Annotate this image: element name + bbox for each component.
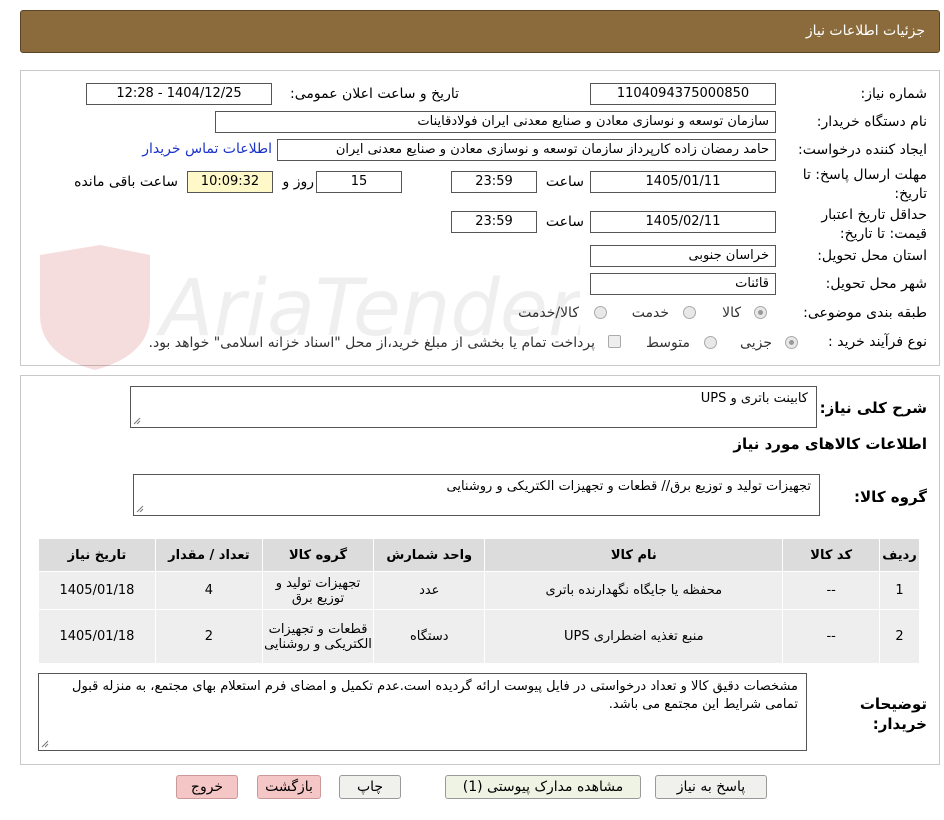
city-label: شهر محل تحویل: xyxy=(825,276,927,292)
table-row: 1 -- محفظه یا جایگاه نگهدارنده باتری عدد… xyxy=(38,571,920,610)
cell-item-group: قطعات و تجهیزات الکتریکی و روشنایی xyxy=(261,609,375,664)
treasury-payment-note: پرداخت تمام یا بخشی از مبلغ خرید،از محل … xyxy=(148,335,595,351)
requester-field: حامد رمضان زاده کارپرداز سازمان توسعه و … xyxy=(277,139,776,161)
cell-item-group: تجهیزات تولید و توزیع برق xyxy=(261,571,375,610)
announce-date-field: 1404/12/25 - 12:28 xyxy=(86,83,272,105)
exit-button[interactable]: خروج xyxy=(176,775,238,799)
days-label: روز و xyxy=(282,174,315,190)
category-goods-label: کالا xyxy=(722,305,741,321)
days-field: 15 xyxy=(316,171,402,193)
deadline-date-field: 1405/01/11 xyxy=(590,171,776,193)
col-row-number: ردیف xyxy=(879,538,920,572)
buyer-org-field: سازمان توسعه و نوسازی معادن و صنایع معدن… xyxy=(215,111,776,133)
validity-label: حداقل تاریخ اعتبار قیمت: تا تاریخ: xyxy=(821,207,927,242)
category-label: طبقه بندی موضوعی: xyxy=(803,305,927,321)
goods-group-label: گروه کالا: xyxy=(854,488,927,506)
process-label: نوع فرآیند خرید : xyxy=(828,334,927,350)
back-button[interactable]: بازگشت xyxy=(257,775,321,799)
table-header-row: ردیف کد کالا نام کالا واحد شمارش گروه کا… xyxy=(38,538,920,572)
requester-label: ایجاد کننده درخواست: xyxy=(798,142,927,158)
col-quantity: تعداد / مقدار xyxy=(154,538,263,572)
treasury-payment-checkbox[interactable] xyxy=(608,335,621,348)
category-goods-service-label: کالا/خدمت xyxy=(518,305,579,321)
buyer-notes-text: مشخصات دقیق کالا و تعداد درخواستی در فای… xyxy=(72,679,798,712)
cell-unit: عدد xyxy=(373,571,486,610)
print-button[interactable]: چاپ xyxy=(339,775,401,799)
col-need-date: تاریخ نیاز xyxy=(38,538,156,572)
goods-group-text: تجهیزات تولید و توزیع برق// قطعات و تجهی… xyxy=(446,479,812,494)
need-summary-field: کابینت باتری و UPS xyxy=(130,386,817,428)
page-header: جزئیات اطلاعات نیاز xyxy=(20,10,940,53)
validity-time-field: 23:59 xyxy=(451,211,537,233)
remaining-label: ساعت باقی مانده xyxy=(74,174,178,190)
resize-grip-icon[interactable] xyxy=(133,417,141,425)
city-field: قائنات xyxy=(590,273,776,295)
page-title: جزئیات اطلاعات نیاز xyxy=(805,23,925,39)
validity-date-field: 1405/02/11 xyxy=(590,211,776,233)
province-field: خراسان جنوبی xyxy=(590,245,776,267)
need-summary-text: کابینت باتری و UPS xyxy=(700,391,808,406)
category-goods-radio[interactable] xyxy=(754,306,767,319)
need-number-label: شماره نیاز: xyxy=(860,86,928,102)
buyer-notes-field: مشخصات دقیق کالا و تعداد درخواستی در فای… xyxy=(38,673,807,751)
items-table: ردیف کد کالا نام کالا واحد شمارش گروه کا… xyxy=(38,538,920,664)
need-number-field: 1104094375000850 xyxy=(590,83,776,105)
cell-quantity: 2 xyxy=(154,609,263,664)
resize-grip-icon[interactable] xyxy=(41,740,49,748)
cell-need-date: 1405/01/18 xyxy=(38,609,156,664)
goods-group-field: تجهیزات تولید و توزیع برق// قطعات و تجهی… xyxy=(133,474,820,516)
buyer-contact-link[interactable]: اطلاعات تماس خریدار xyxy=(142,141,272,157)
table-row: 2 -- منبع تغذیه اضطراری UPS دستگاه قطعات… xyxy=(38,609,920,664)
cell-need-date: 1405/01/18 xyxy=(38,571,156,610)
col-item-code: کد کالا xyxy=(782,538,881,572)
process-minor-radio[interactable] xyxy=(785,336,798,349)
category-service-label: خدمت xyxy=(631,305,669,321)
deadline-label: مهلت ارسال پاسخ: تا تاریخ: xyxy=(802,167,927,202)
cell-unit: دستگاه xyxy=(373,609,486,664)
cell-quantity: 4 xyxy=(154,571,263,610)
category-goods-service-radio[interactable] xyxy=(594,306,607,319)
cell-item-code: -- xyxy=(782,571,881,610)
reply-button[interactable]: پاسخ به نیاز xyxy=(655,775,767,799)
buyer-notes-label: توضیحات خریدار: xyxy=(859,695,927,733)
view-attachments-button[interactable]: مشاهده مدارک پیوستی (1) xyxy=(445,775,641,799)
announce-label: تاریخ و ساعت اعلان عمومی: xyxy=(290,86,459,102)
process-medium-radio[interactable] xyxy=(704,336,717,349)
cell-row-number: 2 xyxy=(879,609,920,664)
col-item-group: گروه کالا xyxy=(261,538,375,572)
col-item-name: نام کالا xyxy=(484,538,784,572)
deadline-time-field: 23:59 xyxy=(451,171,537,193)
resize-grip-icon[interactable] xyxy=(136,505,144,513)
cell-item-code: -- xyxy=(782,609,881,664)
cell-row-number: 1 xyxy=(879,571,920,610)
cell-item-name: محفظه یا جایگاه نگهدارنده باتری xyxy=(484,571,784,610)
need-summary-label: شرح کلی نیاز: xyxy=(819,399,927,417)
items-section-title: اطلاعات کالاهای مورد نیاز xyxy=(733,435,927,453)
buyer-org-label: نام دستگاه خریدار: xyxy=(816,114,927,130)
process-medium-label: متوسط xyxy=(646,335,690,351)
validity-time-label: ساعت xyxy=(545,214,584,230)
category-service-radio[interactable] xyxy=(683,306,696,319)
process-minor-label: جزیی xyxy=(740,335,772,351)
col-unit: واحد شمارش xyxy=(373,538,486,572)
cell-item-name: منبع تغذیه اضطراری UPS xyxy=(484,609,784,664)
deadline-time-label: ساعت xyxy=(545,174,584,190)
remaining-time-field: 10:09:32 xyxy=(187,171,273,193)
province-label: استان محل تحویل: xyxy=(817,248,927,264)
